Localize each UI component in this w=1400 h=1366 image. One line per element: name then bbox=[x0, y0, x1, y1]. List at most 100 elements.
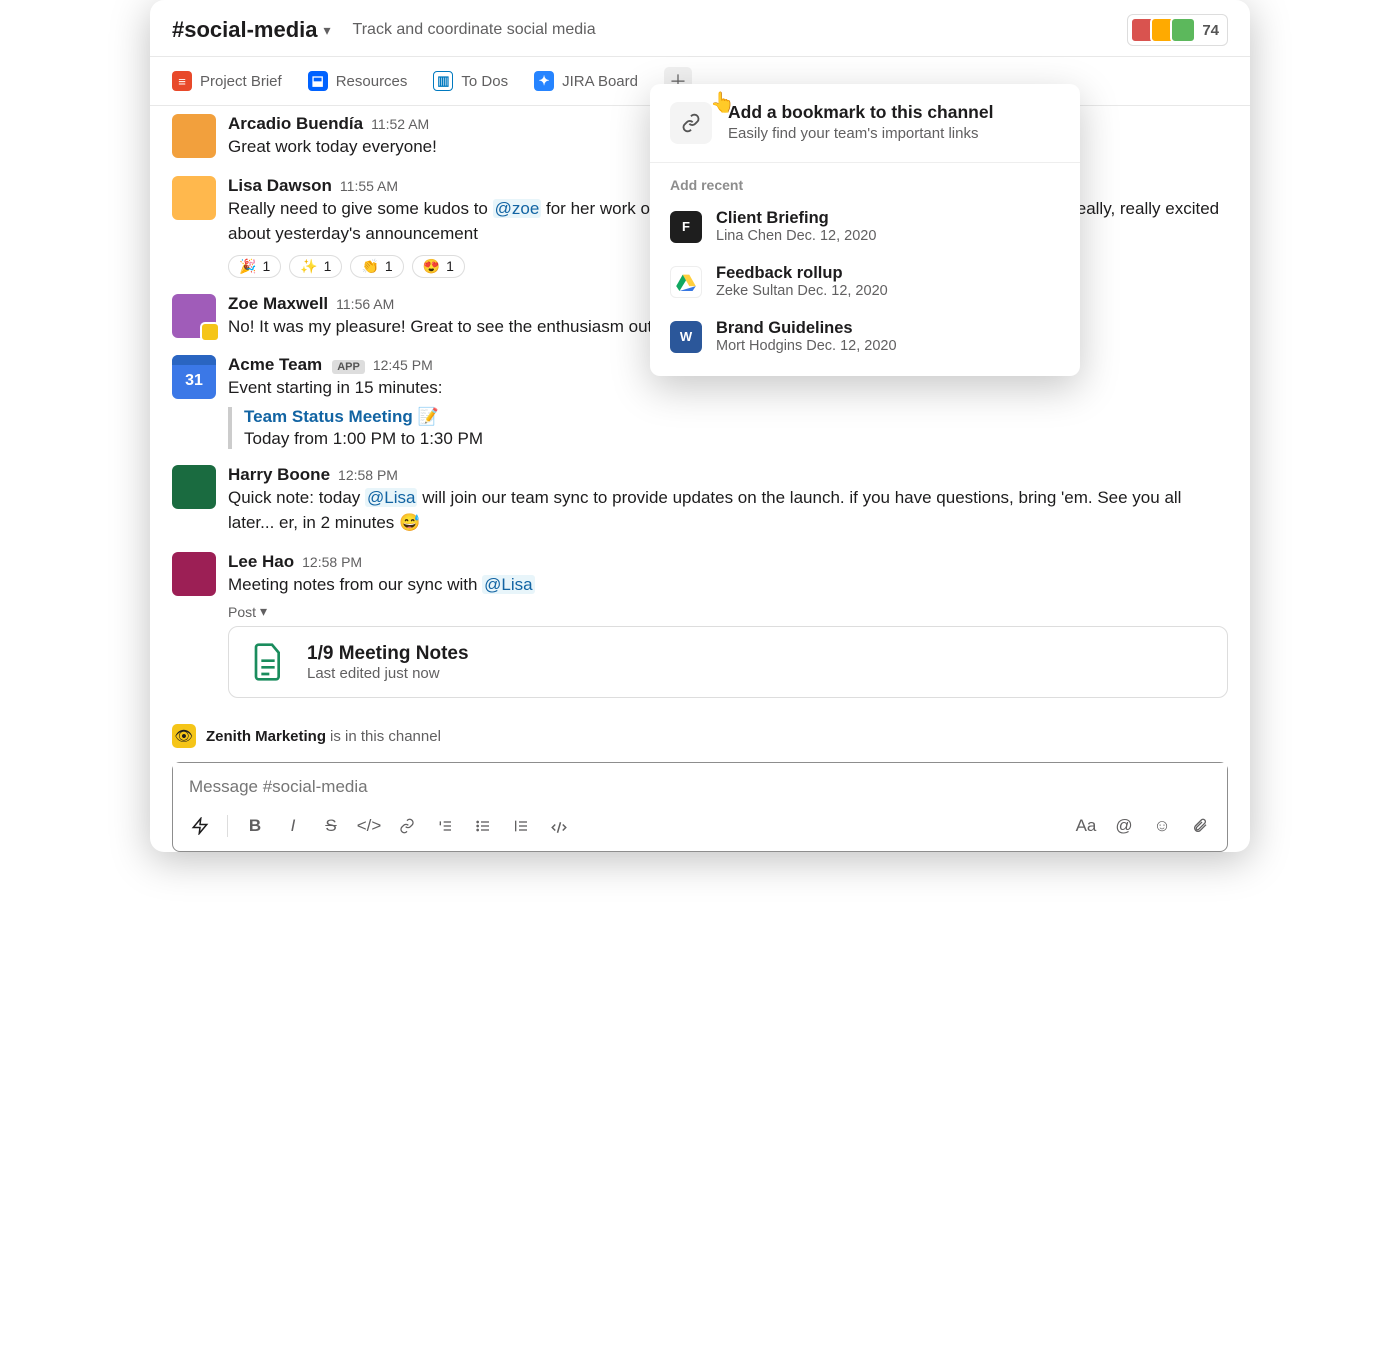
notice-tail: is in this channel bbox=[330, 728, 441, 745]
channel-name: #social-media bbox=[172, 17, 318, 43]
document-icon: ≡ bbox=[172, 71, 192, 91]
message: Harry Boone 12:58 PM Quick note: today @… bbox=[172, 457, 1228, 544]
message-timestamp: 11:56 AM bbox=[336, 296, 394, 312]
app-badge: APP bbox=[332, 360, 365, 374]
channel-name-button[interactable]: #social-media ▾ bbox=[172, 17, 331, 43]
recent-item-feedback-rollup[interactable]: Feedback rollup Zeke Sultan Dec. 12, 202… bbox=[650, 254, 1080, 309]
divider bbox=[227, 815, 228, 837]
composer-toolbar: B I S </> Aa @ ☺ bbox=[173, 807, 1227, 851]
chevron-down-icon: ▾ bbox=[324, 22, 331, 39]
attach-button[interactable] bbox=[1183, 811, 1217, 841]
bookmark-resources[interactable]: ⬓ Resources bbox=[308, 71, 408, 91]
emoji-button[interactable]: ☺ bbox=[1145, 811, 1179, 841]
event-title: Team Status Meeting 📝 bbox=[244, 407, 1228, 427]
reaction[interactable]: 🎉1 bbox=[228, 255, 281, 278]
message-author[interactable]: Arcadio Buendía bbox=[228, 114, 363, 134]
dropbox-icon: ⬓ bbox=[308, 71, 328, 91]
message-author[interactable]: Acme Team bbox=[228, 355, 322, 375]
message-author[interactable]: Zoe Maxwell bbox=[228, 294, 328, 314]
bookmark-label: To Dos bbox=[461, 73, 508, 90]
event-attachment[interactable]: Team Status Meeting 📝 Today from 1:00 PM… bbox=[228, 407, 1228, 449]
calendar-icon[interactable]: 31 bbox=[172, 355, 216, 399]
add-bookmark-popover: Add a bookmark to this channel Easily fi… bbox=[650, 84, 1080, 376]
code-block-button[interactable] bbox=[542, 811, 576, 841]
memo-icon: 📝 bbox=[418, 407, 439, 426]
message-author[interactable]: Lee Hao bbox=[228, 552, 294, 572]
recent-item-title: Brand Guidelines bbox=[716, 319, 897, 338]
member-count: 74 bbox=[1202, 22, 1219, 39]
popover-section-label: Add recent bbox=[650, 163, 1080, 199]
message-timestamp: 11:55 AM bbox=[340, 178, 398, 194]
bookmark-todos[interactable]: ▥ To Dos bbox=[433, 71, 508, 91]
post-attachment[interactable]: 1/9 Meeting Notes Last edited just now bbox=[228, 626, 1228, 698]
notice-name[interactable]: Zenith Marketing bbox=[206, 728, 326, 745]
recent-item-title: Client Briefing bbox=[716, 209, 876, 228]
bookmark-label: Project Brief bbox=[200, 73, 282, 90]
channel-notice: 👁 Zenith Marketingis in this channel bbox=[150, 716, 1250, 762]
avatar bbox=[1170, 17, 1196, 43]
figma-icon: F bbox=[670, 211, 702, 243]
popover-subtitle: Easily find your team's important links bbox=[728, 125, 993, 142]
status-badge-icon bbox=[200, 322, 220, 342]
link-icon bbox=[670, 102, 712, 144]
avatar[interactable] bbox=[172, 465, 216, 509]
strikethrough-button[interactable]: S bbox=[314, 811, 348, 841]
bullet-list-button[interactable] bbox=[466, 811, 500, 841]
shortcuts-button[interactable] bbox=[183, 811, 217, 841]
message-timestamp: 12:58 PM bbox=[302, 554, 362, 570]
channel-header: #social-media ▾ Track and coordinate soc… bbox=[150, 0, 1250, 57]
popover-title: Add a bookmark to this channel bbox=[728, 102, 993, 123]
code-button[interactable]: </> bbox=[352, 811, 386, 841]
app-icon: 👁 bbox=[172, 724, 196, 748]
avatar[interactable] bbox=[172, 552, 216, 596]
message-body: Quick note: today @Lisa will join our te… bbox=[228, 485, 1228, 536]
word-icon: W bbox=[670, 321, 702, 353]
message: Lee Hao 12:58 PM Meeting notes from our … bbox=[172, 544, 1228, 707]
recent-item-meta: Mort Hodgins Dec. 12, 2020 bbox=[716, 338, 897, 354]
mention[interactable]: @Lisa bbox=[482, 575, 534, 594]
message-author[interactable]: Harry Boone bbox=[228, 465, 330, 485]
message-timestamp: 12:58 PM bbox=[338, 467, 398, 483]
post-title: 1/9 Meeting Notes bbox=[307, 643, 469, 665]
add-bookmark-option[interactable]: Add a bookmark to this channel Easily fi… bbox=[650, 84, 1080, 163]
trello-icon: ▥ bbox=[433, 71, 453, 91]
message-input[interactable] bbox=[173, 763, 1227, 807]
post-label[interactable]: Post▾ bbox=[228, 603, 1228, 620]
avatar[interactable] bbox=[172, 176, 216, 220]
bookmark-jira[interactable]: ✦ JIRA Board bbox=[534, 71, 638, 91]
post-icon bbox=[247, 641, 289, 683]
message-timestamp: 12:45 PM bbox=[373, 357, 433, 373]
blockquote-button[interactable] bbox=[504, 811, 538, 841]
jira-icon: ✦ bbox=[534, 71, 554, 91]
avatar[interactable] bbox=[172, 114, 216, 158]
post-subtitle: Last edited just now bbox=[307, 665, 469, 682]
channel-description: Track and coordinate social media bbox=[353, 21, 596, 39]
ordered-list-button[interactable] bbox=[428, 811, 462, 841]
message-timestamp: 11:52 AM bbox=[371, 116, 429, 132]
link-button[interactable] bbox=[390, 811, 424, 841]
message-composer: B I S </> Aa @ ☺ bbox=[172, 762, 1228, 852]
italic-button[interactable]: I bbox=[276, 811, 310, 841]
member-avatars bbox=[1130, 17, 1196, 43]
format-button[interactable]: Aa bbox=[1069, 811, 1103, 841]
avatar[interactable] bbox=[172, 294, 216, 338]
mention[interactable]: @Lisa bbox=[365, 488, 417, 507]
members-button[interactable]: 74 bbox=[1127, 14, 1228, 46]
google-drive-icon bbox=[670, 266, 702, 298]
message-body: Meeting notes from our sync with @Lisa bbox=[228, 572, 1228, 598]
recent-item-client-briefing[interactable]: F Client Briefing Lina Chen Dec. 12, 202… bbox=[650, 199, 1080, 254]
bookmark-label: JIRA Board bbox=[562, 73, 638, 90]
mention[interactable]: @zoe bbox=[493, 199, 542, 218]
recent-item-brand-guidelines[interactable]: W Brand Guidelines Mort Hodgins Dec. 12,… bbox=[650, 309, 1080, 364]
message-body: Event starting in 15 minutes: bbox=[228, 375, 1228, 401]
message-author[interactable]: Lisa Dawson bbox=[228, 176, 332, 196]
event-time: Today from 1:00 PM to 1:30 PM bbox=[244, 429, 1228, 449]
recent-item-meta: Lina Chen Dec. 12, 2020 bbox=[716, 228, 876, 244]
reaction[interactable]: 👏1 bbox=[350, 255, 403, 278]
bold-button[interactable]: B bbox=[238, 811, 272, 841]
mention-button[interactable]: @ bbox=[1107, 811, 1141, 841]
recent-item-title: Feedback rollup bbox=[716, 264, 888, 283]
reaction[interactable]: ✨1 bbox=[289, 255, 342, 278]
reaction[interactable]: 😍1 bbox=[412, 255, 465, 278]
bookmark-project-brief[interactable]: ≡ Project Brief bbox=[172, 71, 282, 91]
